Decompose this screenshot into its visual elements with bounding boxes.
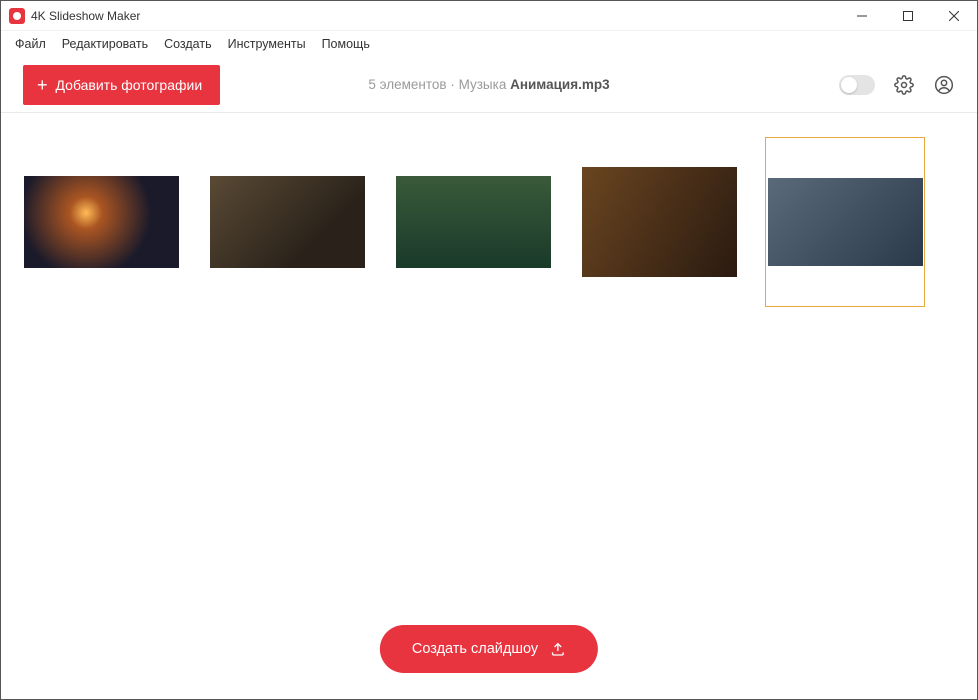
thumbnail-item-selected[interactable] <box>765 137 925 307</box>
create-slideshow-button[interactable]: Создать слайдшоу <box>380 625 598 673</box>
thumbnail-image <box>582 167 737 277</box>
titlebar: 4K Slideshow Maker <box>1 1 977 31</box>
thumbnail-item[interactable] <box>21 137 181 307</box>
maximize-button[interactable] <box>885 1 931 31</box>
settings-button[interactable] <box>893 74 915 96</box>
thumbnail-item[interactable] <box>207 137 367 307</box>
thumbnail-image <box>396 176 551 268</box>
minimize-button[interactable] <box>839 1 885 31</box>
thumbnail-item[interactable] <box>579 137 739 307</box>
menu-tools[interactable]: Инструменты <box>228 37 306 51</box>
app-icon <box>9 8 25 24</box>
status-text: 5 элементов · Музыка Анимация.mp3 <box>368 77 609 92</box>
status-prefix: 5 элементов · Музыка <box>368 77 510 92</box>
create-slideshow-label: Создать слайдшоу <box>412 641 538 657</box>
toolbar-right <box>839 74 955 96</box>
thumbnail-image <box>24 176 179 268</box>
menu-edit[interactable]: Редактировать <box>62 37 148 51</box>
user-icon <box>934 75 954 95</box>
upload-icon <box>550 641 566 657</box>
add-photos-label: Добавить фотографии <box>56 77 203 93</box>
thumbnail-row <box>21 137 957 307</box>
menu-file[interactable]: Файл <box>15 37 46 51</box>
menubar: Файл Редактировать Создать Инструменты П… <box>1 31 977 57</box>
menu-create[interactable]: Создать <box>164 37 212 51</box>
app-title: 4K Slideshow Maker <box>31 9 140 23</box>
status-track: Анимация.mp3 <box>510 77 610 92</box>
content-area: Создать слайдшоу <box>1 113 977 699</box>
thumbnail-image <box>768 178 923 266</box>
plus-icon: + <box>37 76 48 94</box>
close-button[interactable] <box>931 1 977 31</box>
account-button[interactable] <box>933 74 955 96</box>
app-window: 4K Slideshow Maker Файл Редактировать Со… <box>0 0 978 700</box>
toolbar: + Добавить фотографии 5 элементов · Музы… <box>1 57 977 113</box>
window-controls <box>839 1 977 31</box>
add-photos-button[interactable]: + Добавить фотографии <box>23 65 220 105</box>
preview-toggle[interactable] <box>839 75 875 95</box>
thumbnail-image <box>210 176 365 268</box>
gear-icon <box>894 75 914 95</box>
thumbnail-item[interactable] <box>393 137 553 307</box>
menu-help[interactable]: Помощь <box>322 37 370 51</box>
